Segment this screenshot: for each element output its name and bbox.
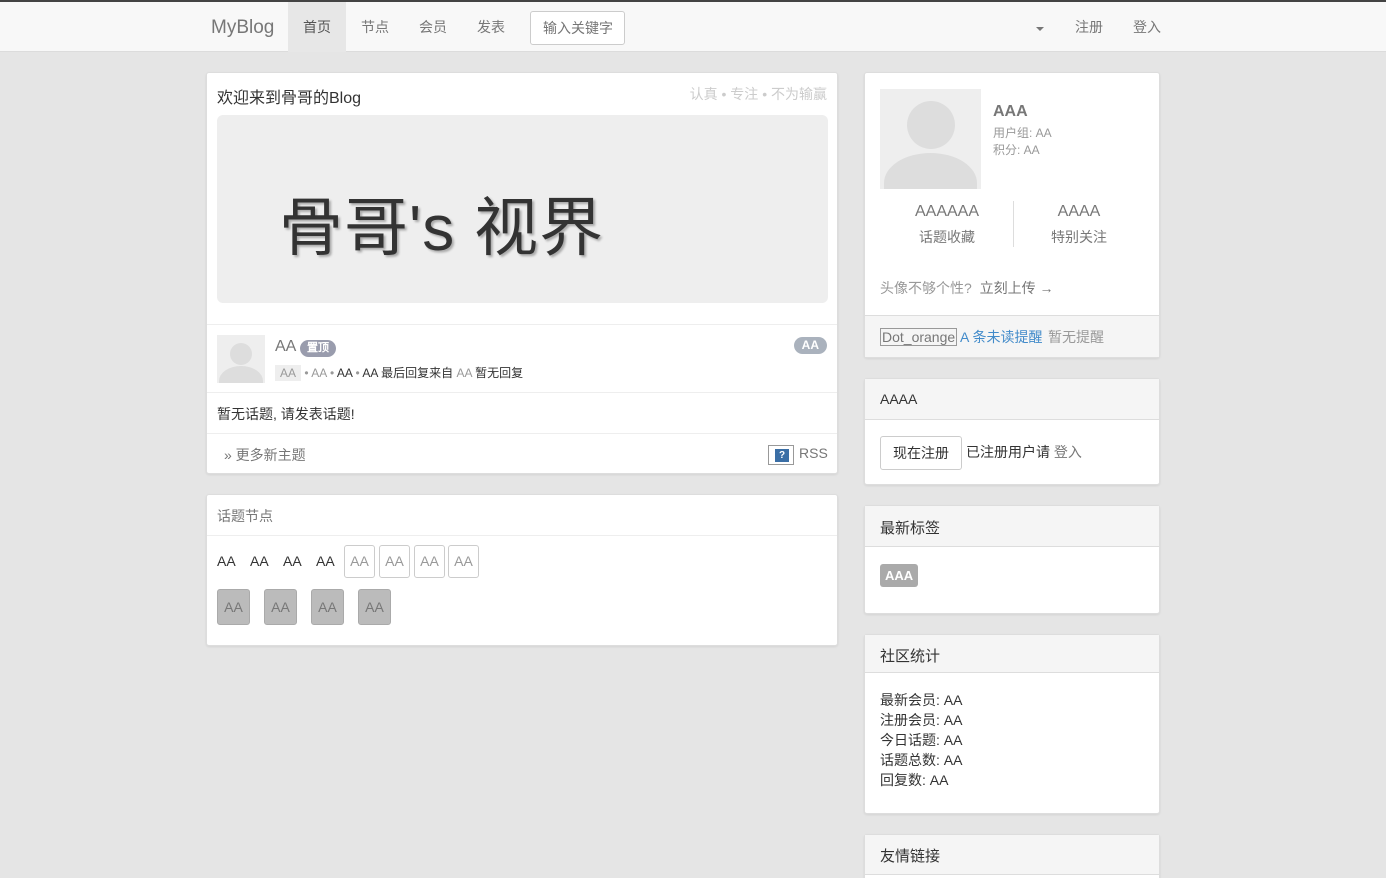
- no-reply-text: 暂无回复: [475, 366, 524, 380]
- brand-logo[interactable]: MyBlog: [211, 17, 274, 39]
- register-now-button[interactable]: 现在注册: [880, 436, 962, 470]
- topic-time: AA: [336, 366, 353, 380]
- topic-author[interactable]: AA: [311, 366, 326, 380]
- stat-row: 回复数: AA: [880, 772, 949, 788]
- divider: [1013, 201, 1014, 247]
- login-hint-text: 已注册用户请: [966, 444, 1050, 460]
- nav-home[interactable]: 首页: [288, 2, 346, 52]
- user-avatar[interactable]: [880, 89, 981, 189]
- hero-text: 骨哥's 视界: [279, 192, 604, 264]
- node-button[interactable]: AA: [264, 589, 297, 625]
- user-panel-footer: Dot_orange A 条未读提醒 暂无提醒: [865, 315, 1159, 357]
- user-name[interactable]: AAA: [993, 103, 1028, 121]
- avatar-body: [884, 153, 977, 189]
- last-reply-from[interactable]: AA: [456, 366, 471, 380]
- panel-header: 最新标签: [865, 506, 1159, 547]
- node-link[interactable]: AA: [217, 553, 236, 569]
- dot-orange-icon: Dot_orange: [880, 328, 958, 346]
- nav-nodes[interactable]: 节点: [346, 2, 404, 52]
- motto: 认真 • 专注 • 不为输赢: [689, 86, 827, 102]
- welcome-title: 欢迎来到骨哥的Blog: [217, 90, 362, 107]
- last-reply-user[interactable]: AA: [362, 366, 377, 380]
- top-navbar: MyBlog 首页 节点 会员 发表 注册 登入: [0, 0, 1386, 52]
- register-panel-title: AAAA: [880, 391, 918, 407]
- node-button[interactable]: AA: [344, 545, 375, 578]
- avatar-body: [219, 366, 263, 383]
- stat-row: 最新会员: AA: [880, 692, 963, 708]
- tag-label[interactable]: AAA: [880, 564, 919, 587]
- favorites-label[interactable]: 话题收藏: [897, 227, 997, 247]
- panel-header: 友情链接: [865, 835, 1159, 875]
- nav-login[interactable]: 登入: [1118, 2, 1176, 52]
- tags-panel: 最新标签 AAA: [864, 505, 1160, 614]
- favorites-count[interactable]: AAAAAA: [897, 203, 997, 221]
- avatar-head: [230, 343, 252, 365]
- stats-panel: 社区统计 最新会员: AA 注册会员: AA 今日话题: AA 话题总数: AA…: [864, 634, 1160, 814]
- node-button[interactable]: AA: [358, 589, 391, 625]
- stat-row: 注册会员: AA: [880, 712, 963, 728]
- more-topics-link[interactable]: » 更多新主题: [224, 445, 306, 465]
- node-button[interactable]: AA: [217, 589, 250, 625]
- unread-notifications-link[interactable]: A 条未读提醒: [960, 327, 1042, 347]
- topic-avatar[interactable]: [217, 335, 265, 383]
- nav-members[interactable]: 会员: [404, 2, 462, 52]
- register-panel: AAAA 现在注册 已注册用户请 登入: [864, 378, 1160, 485]
- panel-header: 社区统计: [865, 635, 1159, 673]
- last-reply-text: 最后回复来自: [381, 366, 454, 380]
- stat-row: 话题总数: AA: [880, 752, 963, 768]
- divider: [207, 433, 837, 434]
- nodes-panel: 话题节点 AA AA AA AA AA AA AA AA AA AA AA AA: [206, 494, 838, 646]
- node-button[interactable]: AA: [379, 545, 410, 578]
- upload-hint-text: 头像不够个性?: [880, 280, 972, 296]
- empty-topics-message: 暂无话题, 请发表话题!: [217, 406, 355, 422]
- user-points: 积分: AA: [993, 143, 1040, 157]
- upload-hint: 头像不够个性? 立刻上传 →: [880, 278, 1053, 298]
- node-link[interactable]: AA: [316, 553, 335, 569]
- node-button[interactable]: AA: [414, 545, 445, 578]
- topic-node-tag[interactable]: AA: [275, 365, 302, 381]
- node-link[interactable]: AA: [250, 553, 269, 569]
- node-button[interactable]: AA: [448, 545, 479, 578]
- reply-count-badge: AA: [793, 337, 827, 354]
- upload-avatar-link[interactable]: 立刻上传 →: [980, 280, 1054, 296]
- welcome-panel: 欢迎来到骨哥的Blog 认真 • 专注 • 不为输赢 骨哥's 视界 AA 置顶…: [206, 72, 838, 474]
- hero-banner: 骨哥's 视界: [217, 115, 828, 303]
- follow-label[interactable]: 特别关注: [1029, 227, 1129, 247]
- dropdown-caret-icon[interactable]: [1036, 27, 1044, 31]
- nodes-title: 话题节点: [217, 508, 273, 524]
- links-panel-title: 友情链接: [880, 848, 941, 865]
- node-button[interactable]: AA: [311, 589, 344, 625]
- stats-panel-title: 社区统计: [880, 648, 941, 665]
- panel-header: AAAA: [865, 379, 1159, 420]
- nav-register[interactable]: 注册: [1060, 2, 1118, 52]
- topic-meta: AA • AA • AA • AA 最后回复来自 AA 暂无回复: [275, 364, 523, 381]
- user-panel: AAA 用户组: AA 积分: AA AAAAAA 话题收藏 AAAA 特别关注…: [864, 72, 1160, 358]
- node-link[interactable]: AA: [283, 553, 302, 569]
- sticky-badge: 置顶: [300, 340, 336, 357]
- user-group: 用户组: AA: [993, 126, 1052, 140]
- search-input[interactable]: [530, 11, 625, 45]
- divider: [207, 535, 837, 536]
- topic-title[interactable]: AA: [275, 338, 296, 356]
- login-link[interactable]: 登入: [1054, 444, 1082, 460]
- divider: [207, 324, 837, 325]
- rss-link[interactable]: RSS: [799, 445, 828, 461]
- login-hint: 已注册用户请 登入: [966, 442, 1082, 462]
- links-panel: 友情链接: [864, 834, 1160, 878]
- rss-icon[interactable]: ?: [768, 445, 794, 465]
- no-remind-text: 暂无提醒: [1048, 329, 1104, 345]
- avatar-head: [907, 101, 955, 149]
- stat-row: 今日话题: AA: [880, 732, 963, 748]
- follow-count[interactable]: AAAA: [1029, 203, 1129, 221]
- tags-panel-title: 最新标签: [880, 520, 941, 537]
- nav-post[interactable]: 发表: [462, 2, 520, 52]
- divider: [207, 392, 837, 393]
